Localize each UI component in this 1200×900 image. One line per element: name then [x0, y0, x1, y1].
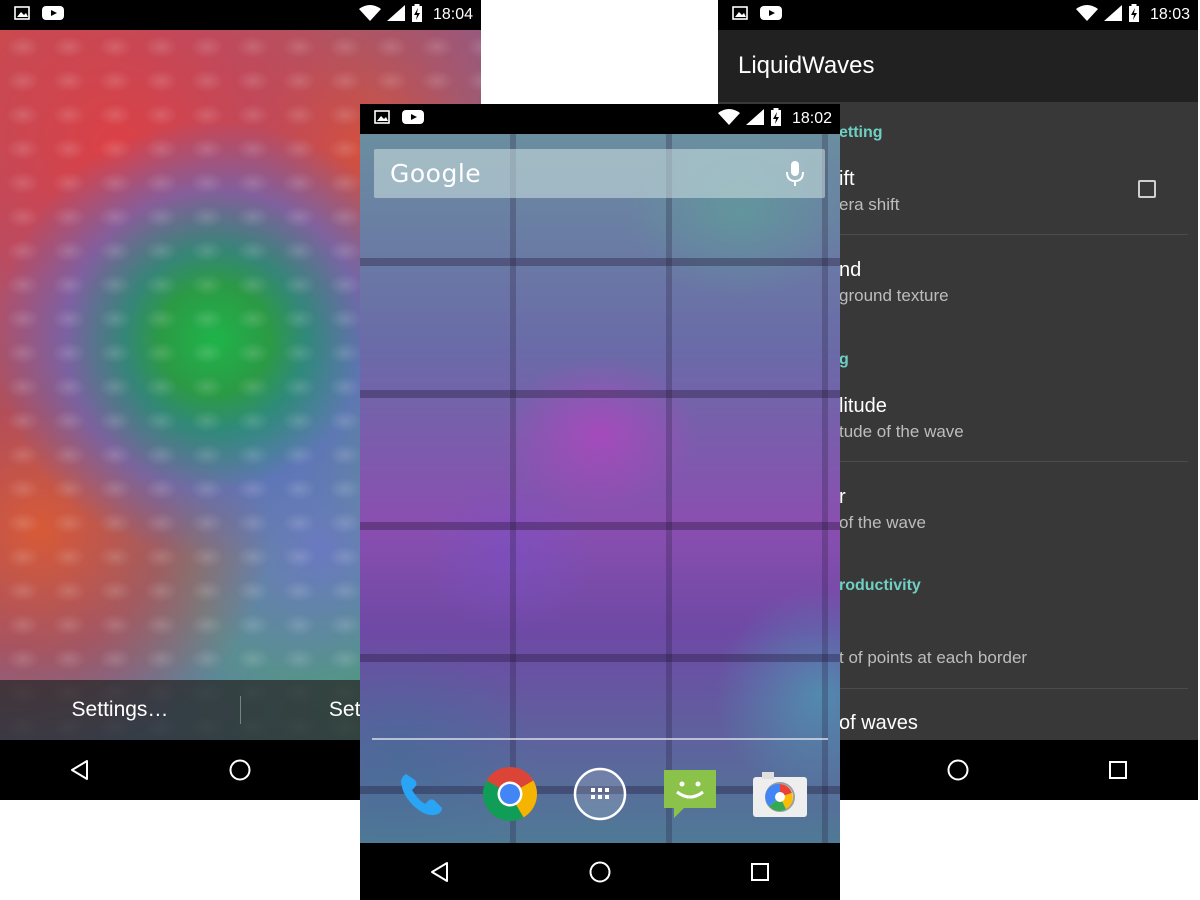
cell-signal-icon: [745, 108, 764, 130]
dock-divider: [372, 738, 828, 740]
preference-category: roductivity: [839, 577, 921, 594]
camera-icon[interactable]: [750, 764, 810, 824]
status-time: 18:03: [1149, 6, 1190, 23]
status-time: 18:02: [791, 110, 832, 127]
recents-icon[interactable]: [740, 852, 780, 892]
preference-title: ift: [839, 168, 855, 190]
youtube-notification-icon: [42, 5, 64, 26]
preference-title[interactable]: r: [839, 486, 846, 509]
battery-charging-icon: [411, 3, 423, 27]
wifi-icon: [717, 108, 740, 130]
cell-signal-icon: [1103, 4, 1122, 26]
preference-title[interactable]: of waves: [839, 712, 918, 735]
messaging-icon[interactable]: [660, 764, 720, 824]
app-drawer-icon[interactable]: [570, 764, 630, 824]
google-search-bar[interactable]: Google: [374, 149, 825, 198]
home-icon[interactable]: [938, 750, 978, 790]
preference-title[interactable]: nd: [839, 259, 861, 282]
chrome-icon[interactable]: [480, 764, 540, 824]
preference-summary: of the wave: [839, 513, 926, 532]
status-bar: 18:03: [718, 0, 1198, 30]
preference-category: g: [839, 351, 849, 368]
preference-summary: era shift: [839, 195, 900, 214]
wifi-icon: [1075, 4, 1098, 26]
youtube-notification-icon: [760, 5, 782, 26]
camera-shift-checkbox[interactable]: [1138, 180, 1156, 198]
preference-category: etting: [839, 124, 883, 141]
settings-button[interactable]: Settings…: [0, 698, 240, 722]
wifi-icon: [358, 4, 381, 26]
image-notification-icon: [732, 5, 748, 25]
home-icon[interactable]: [580, 852, 620, 892]
microphone-icon[interactable]: [781, 158, 809, 190]
image-notification-icon: [14, 5, 30, 25]
app-bar: LiquidWaves: [718, 30, 1198, 102]
status-time: 18:04: [432, 6, 473, 23]
home-icon[interactable]: [220, 750, 260, 790]
preference-title[interactable]: litude: [839, 395, 887, 418]
preference-summary: t of points at each border: [839, 648, 1028, 667]
preference-summary: ground texture: [839, 286, 949, 305]
image-notification-icon: [374, 109, 390, 129]
back-icon[interactable]: [60, 750, 100, 790]
navigation-bar: [360, 843, 840, 900]
status-bar: 18:04: [0, 0, 481, 30]
google-logo-text: Google: [390, 159, 482, 188]
cell-signal-icon: [386, 4, 405, 26]
back-icon[interactable]: [420, 852, 460, 892]
phone-icon[interactable]: [390, 764, 450, 824]
recents-icon[interactable]: [1098, 750, 1138, 790]
status-bar: 18:02: [360, 104, 840, 134]
preference-summary: tude of the wave: [839, 422, 964, 441]
youtube-notification-icon: [402, 109, 424, 130]
battery-charging-icon: [1128, 3, 1140, 27]
app-dock: [360, 754, 840, 834]
app-title: LiquidWaves: [738, 52, 875, 79]
phone-home-screen: 18:02 Google: [360, 104, 840, 900]
battery-charging-icon: [770, 107, 782, 131]
